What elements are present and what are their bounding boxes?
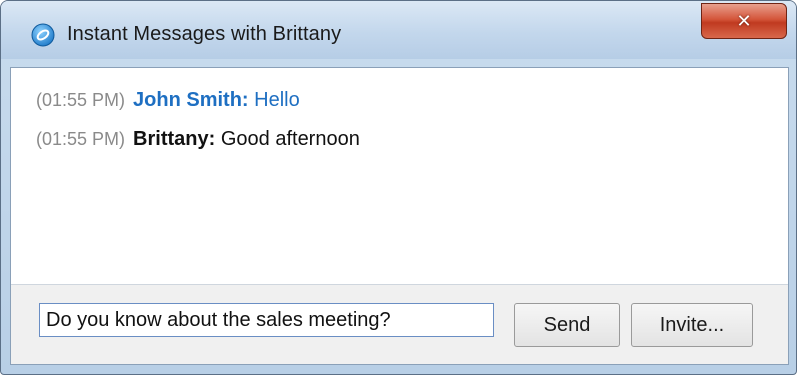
close-button[interactable]: ✕ xyxy=(701,3,787,39)
im-window: Instant Messages with Brittany ✕ (01:55 … xyxy=(0,0,797,375)
title-bar[interactable]: Instant Messages with Brittany ✕ xyxy=(1,1,796,59)
message-row: (01:55 PM) Brittany: Good afternoon xyxy=(36,128,360,152)
close-icon: ✕ xyxy=(736,10,752,32)
message-history[interactable]: (01:55 PM) John Smith: Hello (01:55 PM) Br… xyxy=(11,68,788,285)
message-timestamp: (01:55 PM) xyxy=(36,90,126,110)
chat-app-icon xyxy=(31,23,55,47)
send-button[interactable]: Send xyxy=(514,303,620,347)
invite-button[interactable]: Invite... xyxy=(631,303,753,347)
message-sender: John Smith: xyxy=(133,89,249,111)
message-sender: Brittany: xyxy=(133,128,216,150)
message-text: Hello xyxy=(254,89,300,111)
message-input[interactable] xyxy=(39,303,494,337)
message-row: (01:55 PM) John Smith: Hello xyxy=(36,89,300,113)
message-text: Good afternoon xyxy=(220,128,360,150)
chat-client-area: (01:55 PM) John Smith: Hello (01:55 PM) Br… xyxy=(10,67,789,365)
window-title: Instant Messages with Brittany xyxy=(67,23,342,45)
message-timestamp: (01:55 PM) xyxy=(36,129,126,149)
compose-bar: Send Invite... xyxy=(11,285,788,364)
